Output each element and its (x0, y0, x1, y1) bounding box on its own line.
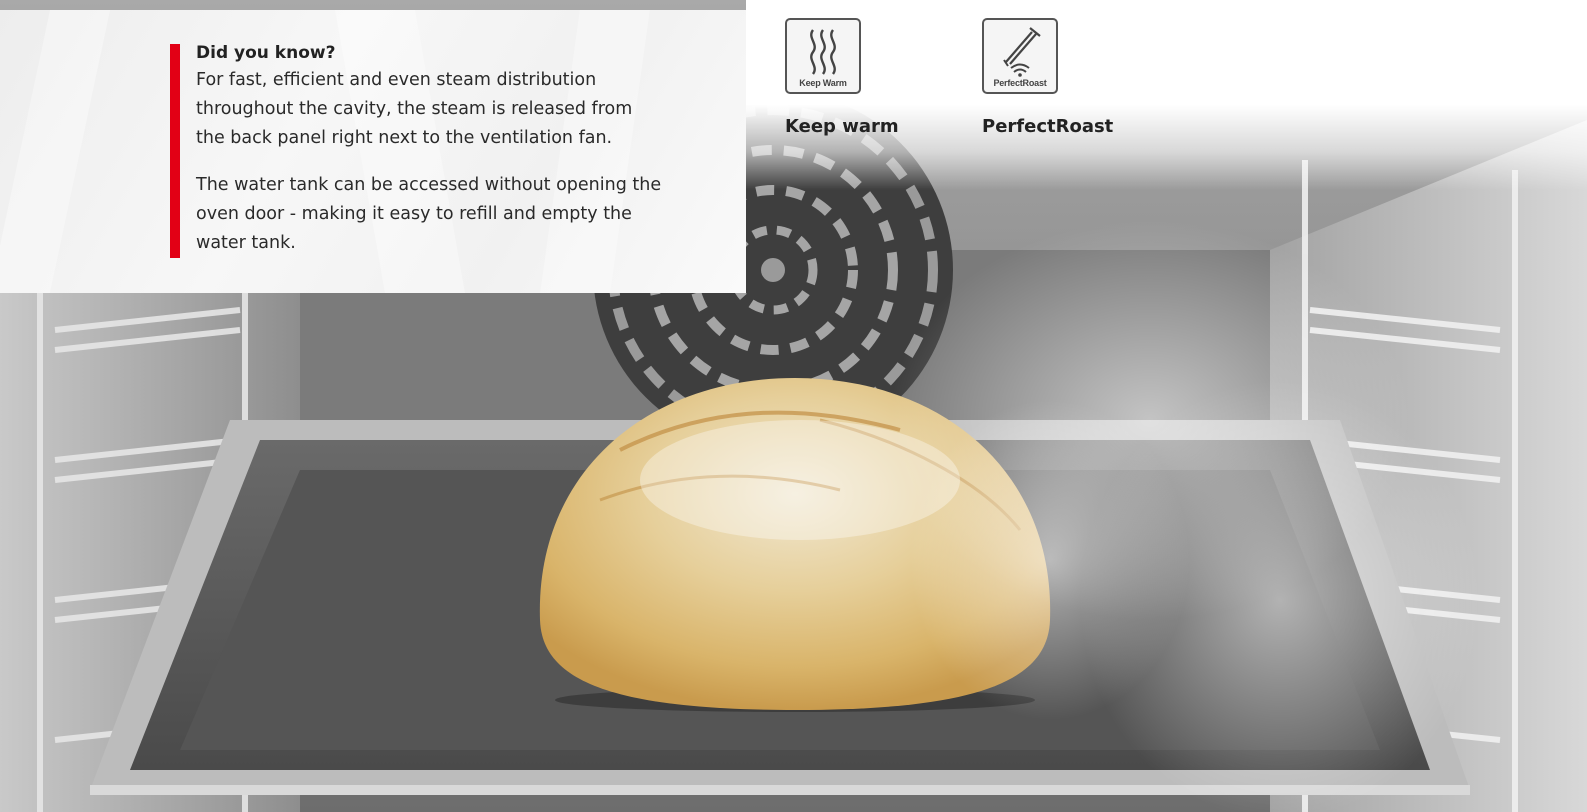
info-paragraph-1: For fast, efficient and even steam distr… (196, 70, 633, 148)
info-title: Did you know? (196, 43, 336, 63)
keep-warm-icon: Keep Warm (785, 18, 861, 94)
product-banner: Did you know? For fast, efficient and ev… (0, 0, 1587, 812)
panel-facet (0, 10, 111, 293)
perfect-roast-icon: PerfectRoast (982, 18, 1058, 94)
accent-bar (170, 44, 180, 258)
feature-keep-warm: Keep Warm Keep warm (785, 18, 899, 137)
info-paragraph-2: The water tank can be accessed without o… (196, 175, 662, 253)
did-you-know-panel: Did you know? For fast, efficient and ev… (0, 10, 746, 293)
feature-label-keep-warm: Keep warm (785, 116, 899, 137)
info-text-block: Did you know? For fast, efficient and ev… (196, 42, 666, 276)
perfect-roast-icon-text: PerfectRoast (993, 78, 1047, 88)
feature-label-perfect-roast: PerfectRoast (982, 116, 1114, 137)
keep-warm-icon-text: Keep Warm (799, 78, 847, 88)
feature-perfect-roast: PerfectRoast PerfectRoast (982, 18, 1113, 137)
